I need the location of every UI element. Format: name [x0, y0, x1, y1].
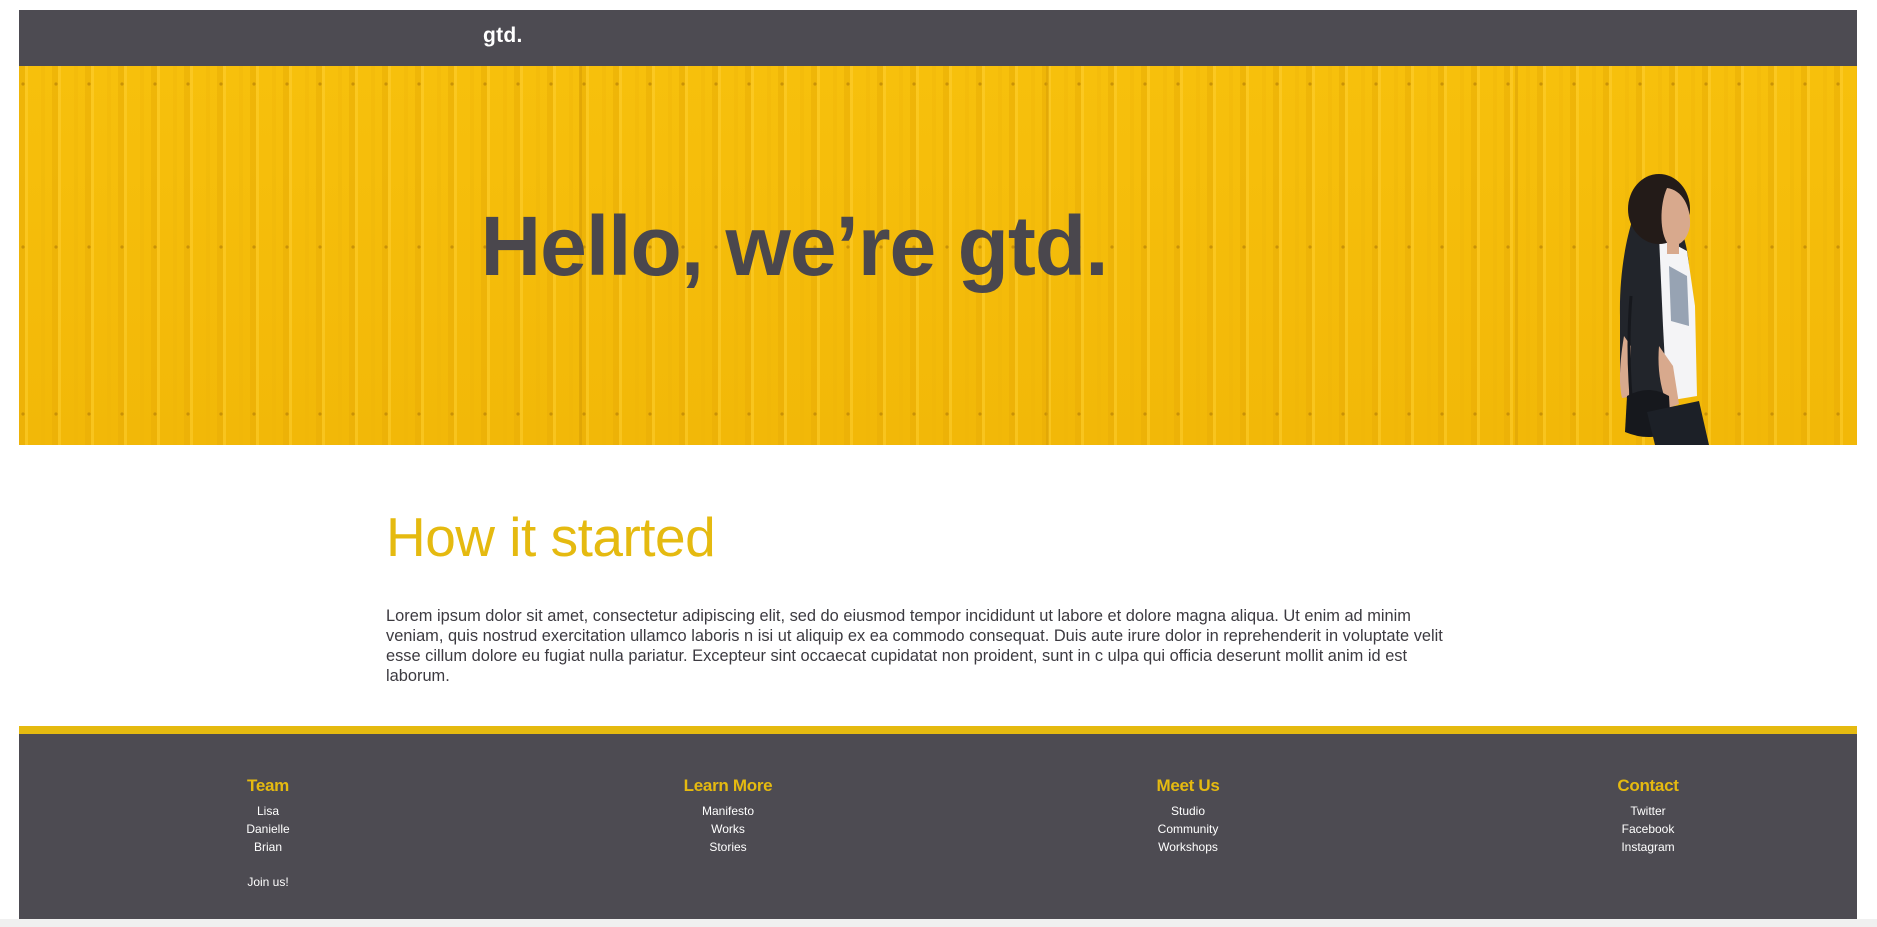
- footer-column-title: Contact: [1617, 776, 1679, 795]
- footer-link-stories[interactable]: Stories: [608, 838, 848, 856]
- footer-column-team: Team Lisa Danielle Brian Join us!: [148, 776, 388, 891]
- footer: Team Lisa Danielle Brian Join us! Learn …: [19, 734, 1857, 919]
- top-navigation-bar: gtd.: [19, 10, 1857, 66]
- footer-column-title: Team: [247, 776, 289, 795]
- footer-column-title: Learn More: [683, 776, 773, 795]
- brand-logo-link[interactable]: gtd.: [483, 24, 523, 48]
- footer-link-twitter[interactable]: Twitter: [1528, 802, 1768, 820]
- browser-bottom-edge: [0, 919, 1877, 927]
- footer-column-meet-us: Meet Us Studio Community Workshops: [1068, 776, 1308, 856]
- footer-link-workshops[interactable]: Workshops: [1068, 838, 1308, 856]
- footer-column-learn-more: Learn More Manifesto Works Stories: [608, 776, 848, 856]
- footer-link-danielle[interactable]: Danielle: [148, 820, 388, 838]
- footer-link-community[interactable]: Community: [1068, 820, 1308, 838]
- footer-column-title: Meet Us: [1156, 776, 1220, 795]
- footer-link-works[interactable]: Works: [608, 820, 848, 838]
- footer-link-studio[interactable]: Studio: [1068, 802, 1308, 820]
- footer-column-contact: Contact Twitter Facebook Instagram: [1528, 776, 1768, 856]
- hero-heading-text: Hello, we’re gtd.: [480, 199, 1108, 293]
- footer-link-lisa[interactable]: Lisa: [148, 802, 388, 820]
- footer-link-facebook[interactable]: Facebook: [1528, 820, 1768, 838]
- hero-banner: Hello, we’re gtd.: [19, 66, 1857, 445]
- footer-link-manifesto[interactable]: Manifesto: [608, 802, 848, 820]
- page: gtd. Hello, we’re gtd. How it started Lo…: [19, 10, 1857, 920]
- footer-link-join-us[interactable]: Join us!: [148, 873, 388, 891]
- hero-heading: Hello, we’re gtd.: [19, 204, 1857, 288]
- footer-link-brian[interactable]: Brian: [148, 838, 388, 856]
- section-title: How it started: [386, 506, 716, 568]
- footer-link-instagram[interactable]: Instagram: [1528, 838, 1768, 856]
- footer-accent-divider: [19, 726, 1857, 734]
- section-paragraph: Lorem ipsum dolor sit amet, consectetur …: [386, 607, 1443, 685]
